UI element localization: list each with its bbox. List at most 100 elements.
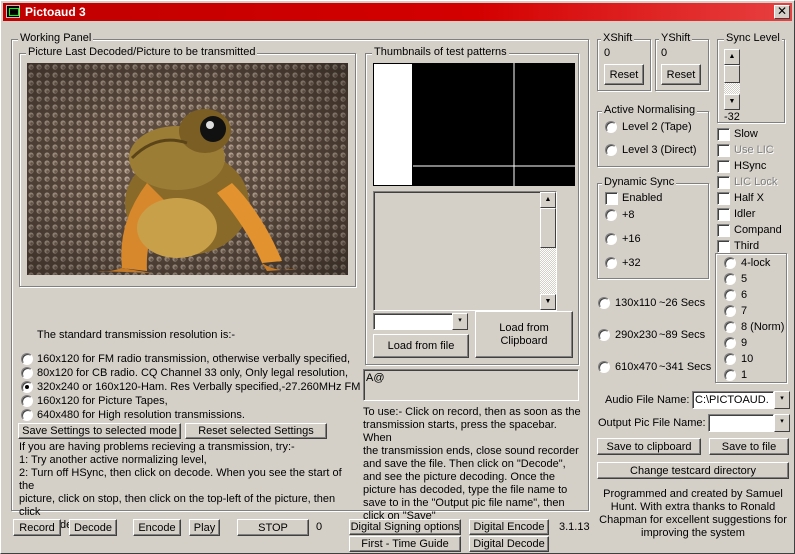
slow-label: Slow	[734, 128, 758, 140]
lock-radio-1[interactable]	[724, 273, 736, 285]
res-radio-0[interactable]	[21, 353, 33, 365]
yshift-reset-button[interactable]: Reset	[661, 64, 701, 85]
half-x-checkbox[interactable]	[717, 192, 730, 205]
problems-line: If you are having problems recieving a t…	[19, 441, 295, 453]
dsync-label-1: +16	[622, 233, 641, 245]
lic-lock-checkbox[interactable]	[717, 176, 730, 189]
test-pattern-thumbnail[interactable]	[373, 63, 575, 186]
instruction-line: and see the picture decoding. Once the	[363, 471, 556, 483]
scroll-down-button[interactable]: ▼	[540, 294, 556, 310]
scroll-up-button[interactable]: ▲	[540, 192, 556, 208]
normalise-radio-0[interactable]	[605, 121, 617, 133]
close-button[interactable]: ✕	[774, 5, 790, 19]
dsync-label-2: +32	[622, 257, 641, 269]
active-normalising-group: Active Normalising	[597, 104, 709, 167]
dropdown-arrow-icon: ▾	[780, 418, 784, 425]
audio-file-dropdown[interactable]: ▾	[774, 391, 790, 409]
dynamic-sync-label: Dynamic Sync	[602, 176, 677, 188]
instruction-line: save to in the "Output pic file name", t…	[363, 497, 565, 509]
idler-label: Idler	[734, 208, 756, 220]
res-radio-3[interactable]	[21, 395, 33, 407]
use-lic-checkbox[interactable]	[717, 144, 730, 157]
lock-radio-5[interactable]	[724, 337, 736, 349]
res-label-2: 320x240 or 160x120-Ham. Res Verbally spe…	[37, 381, 361, 393]
audio-file-value: C:\PICTOAUD.	[695, 394, 769, 406]
third-checkbox[interactable]	[717, 240, 730, 253]
thumbnail-select-arrow[interactable]: ▾	[452, 313, 468, 330]
digital-signing-button[interactable]: Digital Signing options	[349, 519, 461, 535]
res-label-4: 640x480 for High resolution transmission…	[37, 409, 245, 421]
lock-radio-3[interactable]	[724, 305, 736, 317]
counter-value: 0	[316, 521, 323, 533]
load-from-clipboard-button[interactable]: Load from Clipboard	[475, 311, 573, 358]
lock-radio-7[interactable]	[724, 369, 736, 381]
res-label-0: 160x120 for FM radio transmission, other…	[37, 353, 351, 365]
instruction-line: the transmission ends, close sound recor…	[363, 445, 579, 457]
stop-button[interactable]: STOP	[237, 519, 309, 536]
encode-button[interactable]: Encode	[133, 519, 181, 536]
load-from-file-button[interactable]: Load from file	[373, 334, 469, 358]
res-radio-1[interactable]	[21, 367, 33, 379]
dynamic-sync-enabled-checkbox[interactable]	[605, 192, 618, 205]
change-testcard-button[interactable]: Change testcard directory	[597, 462, 789, 479]
save-settings-button[interactable]: Save Settings to selected mode	[18, 423, 181, 439]
sync-thumb[interactable]	[724, 65, 740, 83]
first-time-guide-button[interactable]: First - Time Guide	[349, 536, 461, 552]
thumbnail-select[interactable]	[373, 313, 453, 330]
instruction-line: To use:- Click on record, then as soon a…	[363, 406, 581, 418]
use-lic-label: Use LIC	[734, 144, 774, 156]
problems-line: picture, click on stop, then click on th…	[19, 493, 336, 518]
sync-level-label: Sync Level	[724, 32, 782, 44]
sync-down-button[interactable]: ▼	[724, 94, 740, 110]
decoded-picture[interactable]	[27, 63, 348, 275]
lock-radio-4[interactable]	[724, 321, 736, 333]
working-panel-label: Working Panel	[18, 32, 94, 44]
credits-line: improving the system	[641, 527, 745, 539]
window-title: Pictoaud 3	[25, 5, 86, 19]
lock-radio-2[interactable]	[724, 289, 736, 301]
sync-up-button[interactable]: ▲	[724, 49, 740, 65]
dsync-radio-2[interactable]	[605, 257, 617, 269]
size-radio-0[interactable]	[598, 297, 610, 309]
digital-decode-button[interactable]: Digital Decode	[469, 536, 549, 552]
lock-radio-0[interactable]	[724, 257, 736, 269]
instruction-line: picture has decoded, type the file name …	[363, 484, 568, 496]
res-radio-2[interactable]	[21, 381, 33, 393]
play-button[interactable]: Play	[189, 519, 220, 536]
res-radio-4[interactable]	[21, 409, 33, 421]
idler-checkbox[interactable]	[717, 208, 730, 221]
compand-checkbox[interactable]	[717, 224, 730, 237]
dropdown-arrow-icon: ▾	[458, 317, 462, 324]
dsync-radio-1[interactable]	[605, 233, 617, 245]
title-bar[interactable]: Pictoaud 3 ✕	[3, 3, 792, 21]
output-file-input[interactable]	[708, 414, 774, 432]
window-icon[interactable]	[6, 5, 20, 18]
hsync-checkbox[interactable]	[717, 160, 730, 173]
dsync-radio-0[interactable]	[605, 209, 617, 221]
reset-settings-button[interactable]: Reset selected Settings	[185, 423, 327, 439]
lock-radio-6[interactable]	[724, 353, 736, 365]
decoded-text-box[interactable]: A@	[363, 369, 579, 401]
output-file-dropdown[interactable]: ▾	[774, 414, 790, 432]
size-radio-1[interactable]	[598, 329, 610, 341]
decode-button[interactable]: Decode	[69, 519, 117, 536]
save-to-file-button[interactable]: Save to file	[709, 438, 789, 455]
lic-lock-label: LIC Lock	[734, 176, 778, 188]
size-radio-2[interactable]	[598, 361, 610, 373]
lock-label-4: 8 (Norm)	[741, 321, 785, 333]
instruction-line: transmission starts, press the spacebar.…	[363, 419, 557, 444]
save-to-clipboard-button[interactable]: Save to clipboard	[597, 438, 701, 455]
record-button[interactable]: Record	[13, 519, 61, 536]
thumbnail-list[interactable]	[373, 191, 557, 311]
active-normalising-label: Active Normalising	[602, 104, 698, 116]
scroll-thumb[interactable]	[540, 208, 556, 248]
normalise-radio-1[interactable]	[605, 144, 617, 156]
size-time-1: ~89 Secs	[659, 329, 706, 341]
audio-file-input[interactable]: C:\PICTOAUD.	[692, 391, 774, 409]
slow-checkbox[interactable]	[717, 128, 730, 141]
size-time-2: ~341 Secs	[659, 361, 712, 373]
usage-instructions: To use:- Click on record, then as soon a…	[363, 406, 587, 523]
digital-encode-button[interactable]: Digital Encode	[469, 519, 549, 535]
size-time-0: ~26 Secs	[659, 297, 706, 309]
xshift-reset-button[interactable]: Reset	[604, 64, 644, 85]
